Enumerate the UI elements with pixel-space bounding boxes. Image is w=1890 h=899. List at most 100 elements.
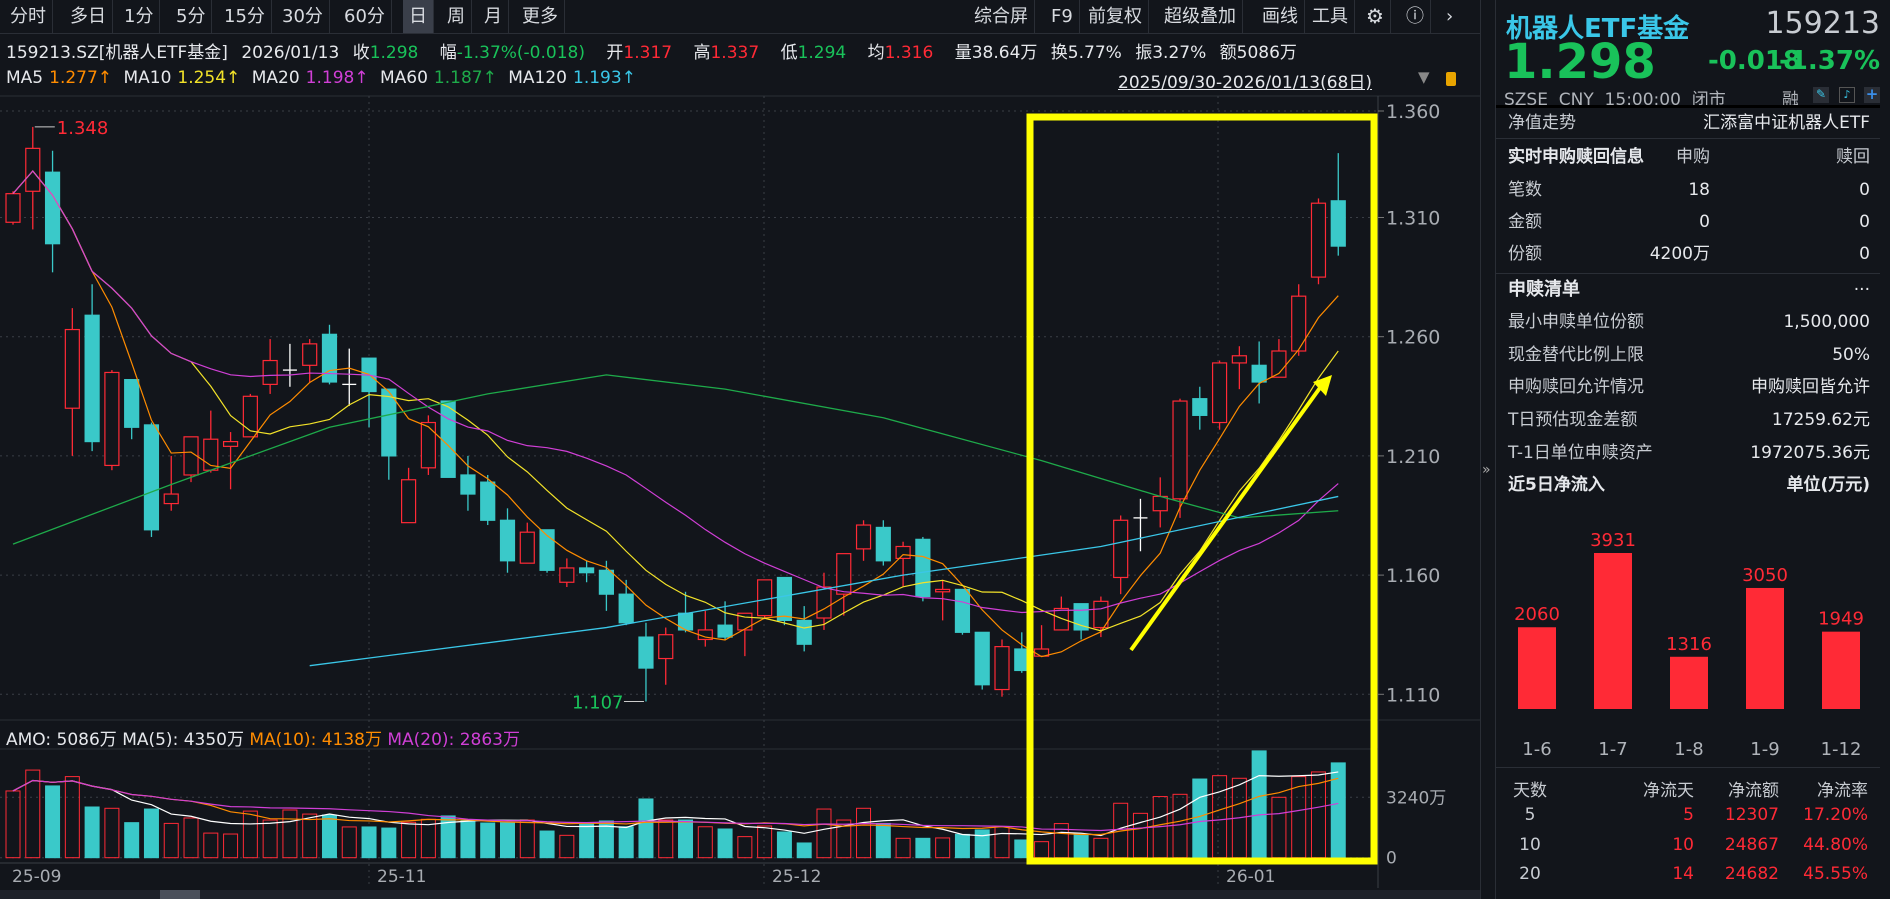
flow-cell: 净流率 xyxy=(1817,781,1868,801)
volume-bar xyxy=(242,810,258,859)
add-icon[interactable]: + xyxy=(1864,87,1880,103)
candle xyxy=(895,541,911,588)
volume-bar xyxy=(460,819,476,859)
volume-bar xyxy=(875,822,891,859)
flow-cell: 5 xyxy=(1524,805,1536,825)
amo-legend: AMO: 5086万 MA(5): 4350万 MA(10): 4138万 MA… xyxy=(6,725,520,750)
candle xyxy=(440,400,456,478)
sr-row-buy: 0 xyxy=(1699,212,1710,232)
flow-bar-label: 3931 xyxy=(1590,530,1636,551)
list-row-value: 50% xyxy=(1832,344,1870,365)
volume-bar xyxy=(1034,841,1050,859)
volume-bar xyxy=(1251,750,1267,859)
candle xyxy=(1231,346,1247,390)
amo-ma5: MA(5): 4350万 xyxy=(122,730,244,750)
list-row: 申购赎回允许情况 申购赎回皆允许 xyxy=(1508,372,1870,402)
candle xyxy=(638,622,654,702)
sr-col-sell: 赎回 xyxy=(1836,147,1870,167)
volume-bar xyxy=(183,817,199,859)
candle xyxy=(737,612,753,657)
flow-x-label: 1-7 xyxy=(1598,739,1627,760)
price-tick-label: 1.210 xyxy=(1386,446,1440,468)
nav-label: 净值走势 xyxy=(1508,113,1576,133)
flow-cell: 10 xyxy=(1672,834,1694,855)
candle xyxy=(598,560,615,611)
sr-row-buy: 18 xyxy=(1688,180,1710,200)
volume-bar xyxy=(163,822,179,859)
candle xyxy=(796,606,812,652)
flow-cell: 24682 xyxy=(1724,864,1779,884)
list-row-label: 现金替代比例上限 xyxy=(1508,344,1644,365)
flow-bar xyxy=(1518,627,1556,709)
panel-splitter[interactable] xyxy=(1480,0,1495,899)
candle xyxy=(915,536,931,602)
price-change-pct: -1.37% xyxy=(1779,46,1880,76)
price-tick-label: 1.360 xyxy=(1386,101,1440,123)
volume-tick-label: 0 xyxy=(1386,849,1397,869)
sr-row: 份额 4200万 0 xyxy=(1508,239,1870,269)
volume-bar xyxy=(1132,812,1148,859)
volume-bar xyxy=(361,826,377,859)
edit-icon[interactable]: ✎ xyxy=(1813,87,1829,103)
nav-value: 汇添富中证机器人ETF xyxy=(1703,113,1870,133)
volume-bar xyxy=(124,822,140,859)
flow-bar xyxy=(1822,631,1860,709)
flow-bar-label: 3050 xyxy=(1742,565,1788,586)
scrollbar[interactable] xyxy=(0,890,1480,899)
volume-bar xyxy=(1271,796,1287,859)
candle xyxy=(658,627,674,685)
volume-bar xyxy=(678,819,694,859)
date-tick-label: 25-11 xyxy=(377,867,426,887)
volume-bar xyxy=(1310,771,1326,859)
kline-chart[interactable]: 1.360 1.310 1.260 1.210 1.160 1.110 3240万 0 25-0… xyxy=(0,0,1480,899)
sr-row-label: 份额 xyxy=(1508,244,1542,264)
more-button[interactable]: ··· xyxy=(1854,275,1870,305)
volume-bar xyxy=(143,808,159,859)
ma5-line xyxy=(12,170,1339,658)
volume-bar xyxy=(717,828,733,859)
list-row-label: T-1日单位申赎资产 xyxy=(1508,442,1653,463)
volume-bar xyxy=(341,826,357,859)
flow-bar xyxy=(1594,553,1632,709)
candle xyxy=(460,455,476,511)
list-row-label: T日预估现金差额 xyxy=(1508,410,1638,431)
sr-row: 笔数 18 0 xyxy=(1508,175,1870,205)
candle xyxy=(361,357,377,428)
price-tick-label: 1.160 xyxy=(1386,565,1440,587)
list-row-value: 1,500,000 xyxy=(1783,312,1870,332)
volume-bar xyxy=(64,776,80,859)
candle xyxy=(262,339,278,394)
list-row-value: 1972075.36元 xyxy=(1750,442,1870,463)
candle xyxy=(855,520,872,561)
candle xyxy=(1113,515,1129,595)
volume-bar xyxy=(45,785,61,859)
flow-cell: 24867 xyxy=(1724,834,1779,855)
flow-x-label: 1-8 xyxy=(1674,739,1703,760)
volume-bar xyxy=(500,822,515,859)
sr-row: 金额 0 0 xyxy=(1508,207,1870,237)
volume-bar xyxy=(974,829,990,859)
flow-cell: 44.80% xyxy=(1803,834,1868,855)
candle xyxy=(84,284,100,452)
volume-bar xyxy=(1291,776,1307,859)
volume-bar xyxy=(282,809,298,859)
sr-row-sell: 0 xyxy=(1859,244,1870,264)
expand-panel-icon[interactable]: » xyxy=(1482,462,1491,478)
candle xyxy=(618,579,634,626)
candle xyxy=(994,639,1010,697)
volume-bar xyxy=(539,830,555,859)
price-tick-label: 1.260 xyxy=(1386,327,1440,349)
flow-bar xyxy=(1670,656,1708,709)
candle xyxy=(974,631,990,690)
volume-bar xyxy=(638,798,654,859)
volume-bar xyxy=(935,837,951,859)
flow-bar-label: 1949 xyxy=(1818,609,1864,630)
candle xyxy=(104,370,120,471)
candle xyxy=(1152,477,1168,528)
ma20-line xyxy=(12,170,1339,614)
high-marker-label: 1.348 xyxy=(57,118,109,139)
candle xyxy=(1271,339,1287,378)
nav-trend-row[interactable]: 净值走势 汇添富中证机器人ETF xyxy=(1508,108,1870,138)
volume-bar xyxy=(5,790,21,859)
bell-icon[interactable]: ♪ xyxy=(1839,87,1855,103)
